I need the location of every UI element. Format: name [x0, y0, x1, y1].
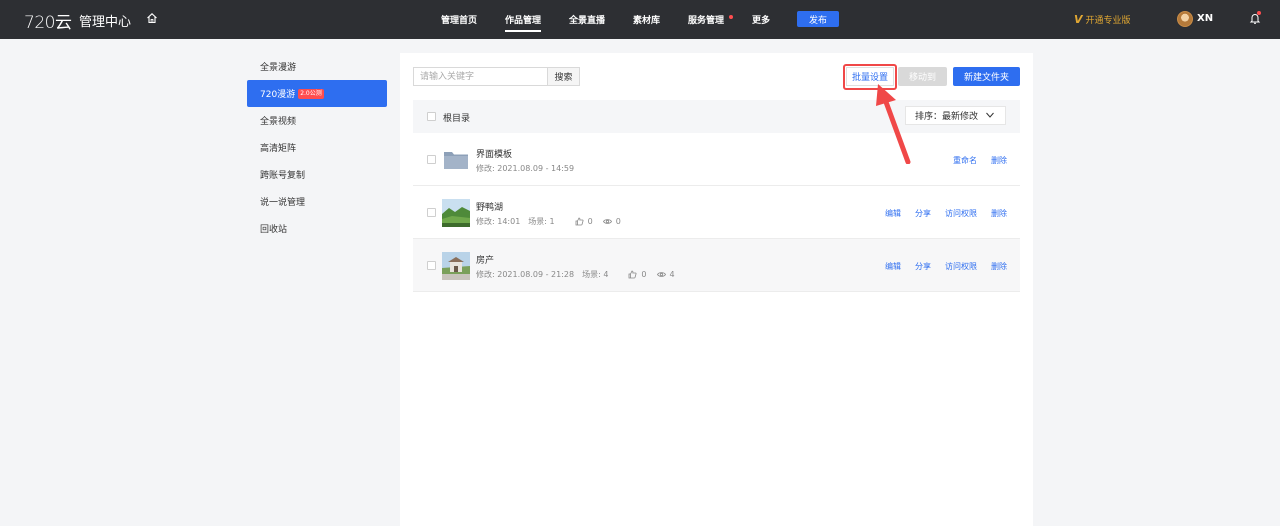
sidebar-item-panorama[interactable]: 全景漫游 [247, 53, 387, 80]
row-title[interactable]: 界面模板 [476, 147, 512, 160]
rename-link[interactable]: 重命名 [953, 155, 977, 166]
permissions-link[interactable]: 访问权限 [945, 208, 977, 219]
row-checkbox[interactable] [427, 155, 436, 164]
delete-link[interactable]: 删除 [991, 155, 1007, 166]
pro-upgrade-link[interactable]: V 开通专业版 [1074, 13, 1131, 26]
sidebar-item-matrix[interactable]: 高清矩阵 [247, 134, 387, 161]
thumbnail-house [442, 252, 470, 280]
row-meta: 修改: 2021.08.09 - 21:28 场景: 4 0 4 [476, 269, 675, 280]
like-count: 0 [641, 270, 647, 279]
scene-count: 场景: 4 [582, 270, 609, 279]
permissions-link[interactable]: 访问权限 [945, 261, 977, 272]
view-count: 4 [669, 270, 675, 279]
row-title[interactable]: 野鸭湖 [476, 200, 503, 213]
row-actions: 重命名 删除 [953, 155, 1007, 166]
nav-works[interactable]: 作品管理 [505, 13, 542, 32]
eye-icon [656, 272, 666, 277]
folder-icon [444, 152, 468, 169]
list-item[interactable]: 房产 修改: 2021.08.09 - 21:28 场景: 4 0 4 编辑 分… [413, 239, 1020, 292]
sidebar-item-720-tour[interactable]: 720漫游 2.0公测 [247, 80, 387, 107]
sidebar-item-label: 说一说管理 [260, 198, 306, 208]
delete-link[interactable]: 删除 [991, 261, 1007, 272]
edit-link[interactable]: 编辑 [885, 208, 901, 219]
nav-more[interactable]: 更多 [752, 13, 770, 26]
beta-badge: 2.0公测 [298, 88, 324, 99]
thumbs-up-icon [575, 217, 584, 226]
sidebar-item-label: 回收站 [260, 225, 288, 235]
list-item[interactable]: 野鸭湖 修改: 14:01 场景: 1 0 0 编辑 分享 访问权限 删除 [413, 186, 1020, 239]
like-count: 0 [587, 217, 593, 226]
row-checkbox[interactable] [427, 261, 436, 270]
modified-time: 修改: 2021.08.09 - 21:28 [476, 270, 575, 279]
search-input[interactable] [413, 67, 548, 86]
modified-time: 修改: 14:01 [476, 217, 521, 226]
list-item[interactable]: 界面模板 修改: 2021.08.09 - 14:59 重命名 删除 [413, 133, 1020, 186]
services-dot [729, 15, 733, 19]
nav-live[interactable]: 全景直播 [569, 13, 605, 26]
nav-materials[interactable]: 素材库 [633, 13, 660, 26]
eye-icon [602, 219, 612, 224]
main-panel: 搜索 批量设置 移动到 新建文件夹 根目录 排序：最新修改 界面模板 修改: 2… [400, 53, 1033, 526]
sidebar-item-video[interactable]: 全景视频 [247, 107, 387, 134]
share-link[interactable]: 分享 [915, 208, 931, 219]
thumbnail-landscape [442, 199, 470, 227]
sidebar-item-label: 高清矩阵 [260, 144, 297, 154]
sidebar-item-copy[interactable]: 跨账号复制 [247, 161, 387, 188]
logo[interactable]: 720云 [24, 8, 72, 33]
sidebar-item-recycle[interactable]: 回收站 [247, 215, 387, 242]
nav-home[interactable]: 管理首页 [441, 13, 477, 26]
nav-services[interactable]: 服务管理 [688, 13, 724, 26]
edit-link[interactable]: 编辑 [885, 261, 901, 272]
sidebar: 全景漫游 720漫游 2.0公测 全景视频 高清矩阵 跨账号复制 说一说管理 回收… [247, 53, 387, 242]
list-header: 根目录 排序：最新修改 [413, 100, 1020, 133]
delete-link[interactable]: 删除 [991, 208, 1007, 219]
select-all-checkbox[interactable] [427, 112, 436, 121]
sidebar-item-label: 全景漫游 [260, 63, 297, 73]
row-title[interactable]: 房产 [476, 253, 494, 266]
pro-label: 开通专业版 [1085, 16, 1131, 26]
center-title: 管理中心 [79, 15, 132, 30]
modified-time: 修改: 2021.08.09 - 14:59 [476, 164, 575, 173]
sidebar-item-comments[interactable]: 说一说管理 [247, 188, 387, 215]
row-checkbox[interactable] [427, 208, 436, 217]
publish-button[interactable]: 发布 [797, 11, 839, 27]
row-actions: 编辑 分享 访问权限 删除 [885, 208, 1007, 219]
chevron-down-icon [986, 112, 994, 118]
root-label: 根目录 [443, 114, 471, 124]
sidebar-item-label: 跨账号复制 [260, 171, 306, 181]
share-link[interactable]: 分享 [915, 261, 931, 272]
row-meta: 修改: 14:01 场景: 1 0 0 [476, 216, 621, 227]
sort-select[interactable]: 排序：最新修改 [905, 106, 1006, 125]
notification-dot [1257, 11, 1261, 15]
sort-label: 排序：最新修改 [915, 112, 979, 122]
thumbs-up-icon [629, 270, 637, 279]
new-folder-button[interactable]: 新建文件夹 [953, 67, 1020, 86]
top-bar: 720云 管理中心 管理首页 作品管理 全景直播 素材库 服务管理 更多 发布 … [0, 0, 1280, 39]
username[interactable]: XN [1197, 13, 1213, 24]
annotation-arrow [876, 84, 911, 164]
sidebar-item-label: 720漫游 [260, 90, 296, 100]
scene-count: 场景: 1 [528, 217, 555, 226]
sidebar-item-label: 全景视频 [260, 117, 297, 127]
row-meta: 修改: 2021.08.09 - 14:59 [476, 163, 574, 174]
pro-v-icon: V [1074, 13, 1083, 26]
search-button[interactable]: 搜索 [547, 67, 580, 86]
row-actions: 编辑 分享 访问权限 删除 [885, 261, 1007, 272]
avatar[interactable] [1177, 11, 1193, 27]
view-count: 0 [615, 217, 621, 226]
home-icon[interactable] [146, 12, 158, 24]
